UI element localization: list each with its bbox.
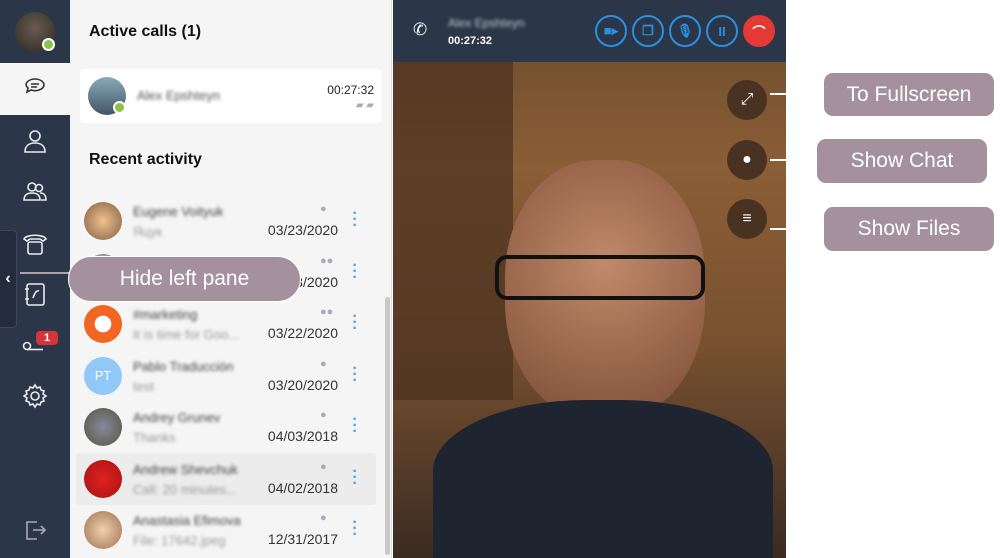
- avatar: PT: [84, 356, 122, 395]
- person-icon: ●: [320, 409, 327, 421]
- microphone-icon: 🎙: [676, 23, 694, 38]
- person-icon: ●: [320, 512, 327, 524]
- callout-hide-pane: Hide left pane: [68, 256, 301, 302]
- sidebar-item-chats[interactable]: [0, 63, 70, 115]
- screen-share-button[interactable]: ❐: [632, 15, 664, 47]
- contact-name: Andrey Grunev: [133, 410, 221, 425]
- contact-name: Andrew Shevchuk: [133, 461, 238, 477]
- callout-chat: Show Chat: [816, 138, 988, 184]
- last-message: It is time for Goo...: [133, 327, 240, 342]
- call-timer: 00:27:32: [448, 35, 493, 47]
- hide-left-pane-button[interactable]: ‹: [0, 230, 17, 328]
- recent-item[interactable]: Andrey Grunev Thanks ● 04/03/2018 · · ·: [76, 401, 376, 453]
- avatar: [84, 459, 122, 498]
- pause-icon: II: [718, 23, 726, 39]
- active-calls-title: Active calls (1): [89, 23, 202, 40]
- hang-up-icon: ⌒: [752, 24, 766, 40]
- sidebar-item-contacts[interactable]: [0, 115, 70, 167]
- phonebook-icon: [25, 283, 45, 306]
- person-icon: ●: [320, 460, 327, 473]
- voicemail-badge: 1: [36, 331, 59, 345]
- recent-activity-title: Recent activity: [89, 151, 202, 168]
- group-icon: ●●: [320, 306, 334, 318]
- recent-item[interactable]: Andrew Shevchuk Call: 20 minutes... ● 04…: [76, 452, 376, 505]
- phone-icon: ✆: [413, 20, 428, 39]
- avatar-initials: PT: [94, 368, 112, 383]
- hold-button[interactable]: II: [706, 15, 738, 47]
- chat-bubble-icon: ●: [742, 151, 752, 168]
- hang-up-button[interactable]: ⌒: [743, 15, 775, 47]
- callout-files: Show Files: [823, 206, 995, 252]
- avatar: [84, 408, 122, 446]
- contact-name: Pablo Traducción: [133, 358, 234, 374]
- remote-video: [393, 0, 786, 558]
- sidebar: 1 ‹: [0, 0, 70, 558]
- more-options-icon[interactable]: · · ·: [352, 309, 358, 337]
- expand-icon: ⤢: [740, 91, 754, 108]
- more-options-icon[interactable]: · · ·: [352, 257, 358, 285]
- online-status-icon: [42, 38, 55, 51]
- active-call-item[interactable]: Alex Epshteyn 00:27:32 ▰ ▰: [80, 69, 382, 123]
- person-icon: ●: [320, 357, 327, 370]
- sidebar-item-groups[interactable]: [0, 165, 70, 217]
- callout-line: [770, 228, 824, 230]
- contact-icon: [24, 130, 46, 153]
- group-icon: [23, 182, 47, 201]
- avatar: [84, 305, 122, 343]
- menu-icon: ≡: [742, 210, 752, 227]
- more-options-icon[interactable]: · · ·: [352, 412, 358, 440]
- logout-icon: [26, 521, 47, 540]
- date: 03/23/2020: [267, 222, 338, 238]
- gear-icon: [22, 383, 48, 409]
- video-button[interactable]: ■▸: [595, 15, 627, 47]
- date: 04/02/2018: [267, 479, 338, 496]
- recent-item[interactable]: PT Pablo Traducción test ● 03/20/2020 · ·…: [76, 350, 376, 402]
- recent-item[interactable]: Eugene Voityuk Яцук ● 03/23/2020 · · ·: [76, 195, 376, 247]
- fullscreen-button[interactable]: ⤢: [727, 80, 767, 120]
- camera-icon: ■▸: [603, 23, 619, 38]
- logout-button[interactable]: [0, 504, 70, 556]
- callout-line: [770, 93, 824, 95]
- call-duration: 00:27:32: [327, 83, 374, 97]
- mute-button[interactable]: 🎙: [669, 15, 701, 47]
- more-options-icon[interactable]: · · ·: [352, 463, 358, 491]
- date: 03/22/2020: [267, 325, 338, 341]
- last-message: Thanks: [133, 430, 176, 445]
- last-message: Яцук: [133, 224, 163, 239]
- video-status-icon: ▰ ▰: [355, 100, 374, 111]
- more-options-icon[interactable]: · · ·: [352, 206, 358, 234]
- screen-share-icon: ❐: [642, 23, 654, 38]
- contact-name: Eugene Voityuk: [133, 204, 224, 219]
- avatar: [84, 511, 122, 549]
- show-files-button[interactable]: ≡: [727, 199, 767, 239]
- call-toolbar: ✆ Alex Epshteyn 00:27:32 ■▸ ❐ 🎙 II ⌒: [393, 0, 786, 62]
- last-message: test: [133, 378, 154, 394]
- online-status-icon: [113, 101, 126, 114]
- date: 03/20/2020: [267, 376, 338, 393]
- contact-name: #marketing: [133, 307, 198, 322]
- contact-name: Anastasia Efimova: [133, 513, 241, 528]
- group-icon: ●●: [320, 254, 334, 267]
- chat-icon: [25, 78, 45, 94]
- person-icon: ●: [320, 203, 327, 215]
- recent-item[interactable]: #marketing It is time for Goo... ●● 03/2…: [76, 298, 376, 350]
- last-message: Call: 20 minutes...: [133, 481, 238, 497]
- call-name: Alex Epshteyn: [448, 16, 525, 30]
- chevron-left-icon: ‹: [5, 270, 11, 287]
- callout-fullscreen: To Fullscreen: [823, 72, 995, 117]
- show-chat-button[interactable]: ●: [727, 140, 767, 180]
- more-options-icon[interactable]: · · ·: [352, 515, 358, 543]
- sidebar-item-settings[interactable]: [0, 370, 70, 422]
- callout-line: [770, 159, 817, 161]
- caller-name: Alex Epshteyn: [137, 88, 221, 103]
- scrollbar[interactable]: [385, 297, 390, 555]
- recent-item[interactable]: Anastasia Efimova File: 17642.jpeg ● 12/…: [76, 504, 376, 556]
- callout-line: [20, 272, 70, 274]
- more-options-icon[interactable]: · · ·: [352, 360, 358, 388]
- date: 12/31/2017: [267, 531, 338, 547]
- last-message: File: 17642.jpeg: [133, 533, 226, 548]
- telephone-icon: [23, 234, 47, 255]
- date: 04/03/2018: [267, 428, 338, 444]
- avatar: [84, 202, 122, 240]
